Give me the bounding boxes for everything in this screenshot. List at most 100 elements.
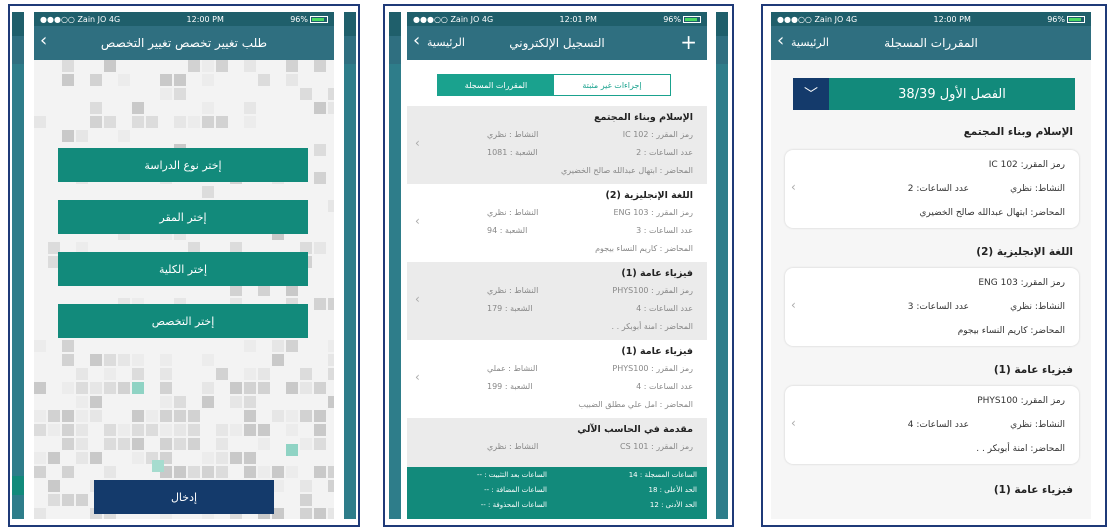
mosaic-tile (174, 116, 186, 128)
mosaic-tile (202, 60, 214, 72)
semester-selector[interactable]: ﹀ الفصل الأول 38/39 (793, 78, 1075, 110)
battery-indicator: 96% (290, 15, 328, 24)
back-button[interactable]: الرئيسية (427, 36, 465, 49)
hours-summary-footer: الساعات المسجلة : 14 الحد الأعلى : 18 ال… (407, 467, 707, 519)
mosaic-tile (132, 438, 144, 450)
course-heading: فيزياء عامة (1) (993, 484, 1073, 496)
adjacent-screen-accent (12, 476, 24, 495)
back-button[interactable]: الرئيسية (791, 36, 829, 49)
mosaic-tile-accent (132, 382, 144, 394)
mosaic-tile (300, 480, 312, 492)
mosaic-tile (76, 130, 88, 142)
mosaic-tile (300, 382, 312, 394)
course-lecturer: المحاضر : كاريم النساء بيجوم (595, 244, 693, 253)
mosaic-tile (174, 410, 186, 422)
chevron-right-icon: › (791, 416, 796, 430)
back-chevron-icon[interactable]: ‹ (413, 32, 420, 50)
mosaic-tile (258, 438, 270, 450)
adjacent-screen-edge (344, 12, 356, 519)
course-row[interactable]: فيزياء عامة (1) رمز المقرر : PHYS100 الن… (407, 340, 707, 418)
mosaic-tile (216, 438, 228, 450)
tab-registered-courses[interactable]: المقررات المسجلة (438, 75, 554, 95)
choose-study-type-button[interactable]: إختر نوع الدراسة (58, 148, 308, 182)
screenshot-frame-1: ●●●○○ Zain JO 4G 12:00 PM 96% ‹ طلب تغيي… (8, 4, 360, 527)
course-section: الشعبة : 179 (487, 304, 533, 313)
mosaic-tile (328, 368, 334, 380)
mosaic-tile (286, 424, 298, 436)
mosaic-tile (314, 60, 326, 72)
mosaic-tile (48, 494, 60, 506)
mosaic-tile (244, 116, 256, 128)
choose-college-button[interactable]: إختر الكلية (58, 252, 308, 286)
back-chevron-icon[interactable]: ‹ (777, 32, 784, 50)
mosaic-tile (286, 410, 298, 422)
mosaic-tile (62, 466, 74, 478)
tab-pending-actions[interactable]: إجراءات غير مثبتة (554, 75, 670, 95)
mosaic-tile (76, 438, 88, 450)
course-section: الشعبة : 1081 (487, 148, 538, 157)
course-title: مقدمة في الحاسب الآلي (577, 424, 693, 435)
mosaic-tile (48, 452, 60, 464)
mosaic-tile (244, 410, 256, 422)
mosaic-tile (132, 368, 144, 380)
course-card[interactable]: رمز المقرر: ENG 103 النشاط: نظري عدد الس… (785, 268, 1079, 346)
mosaic-tile (328, 480, 334, 492)
course-card[interactable]: رمز المقرر: PHYS100 النشاط: نظري عدد الس… (785, 386, 1079, 464)
back-chevron-icon[interactable]: ‹ (40, 32, 47, 50)
chevron-right-icon: › (791, 180, 796, 194)
mosaic-tile (90, 116, 102, 128)
course-row[interactable]: اللغة الإنجليزية (2) رمز المقرر : ENG 10… (407, 184, 707, 262)
chevron-down-icon[interactable]: ﹀ (793, 78, 829, 110)
course-activity: النشاط: نظري (1010, 184, 1065, 194)
mosaic-tile (272, 354, 284, 366)
status-bar: ●●●○○ Zain JO 4G 12:01 PM 96% (407, 12, 707, 26)
course-card[interactable]: رمز المقرر: 102 IC النشاط: نظري عدد السا… (785, 150, 1079, 228)
mosaic-tile (216, 60, 228, 72)
mosaic-tile (328, 88, 334, 100)
mosaic-tile (146, 424, 158, 436)
mosaic-tile (160, 354, 172, 366)
mosaic-tile (174, 74, 186, 86)
mosaic-tile (34, 116, 46, 128)
course-code: رمز المقرر : CS 101 (620, 442, 693, 451)
submit-button[interactable]: إدخال (94, 480, 274, 514)
course-lecturer: المحاضر : امنة أبوبكر . . (611, 322, 693, 331)
mosaic-tile (160, 410, 172, 422)
course-code: رمز المقرر: PHYS100 (977, 396, 1065, 406)
choose-campus-button[interactable]: إختر المقر (58, 200, 308, 234)
add-icon[interactable]: + (680, 30, 697, 54)
mosaic-tile (104, 60, 116, 72)
course-activity: النشاط : عملي (487, 364, 538, 373)
background-mosaic (34, 60, 334, 519)
course-code: رمز المقرر : 102 IC (622, 130, 693, 139)
mosaic-tile (160, 368, 172, 380)
segmented-control: المقررات المسجلة إجراءات غير مثبتة (437, 74, 671, 96)
course-row[interactable]: الإسلام وبناء المجتمع رمز المقرر : 102 I… (407, 106, 707, 184)
battery-icon (683, 15, 701, 23)
mosaic-tile (188, 424, 200, 436)
course-row[interactable]: فيزياء عامة (1) رمز المقرر : PHYS100 الن… (407, 262, 707, 340)
course-activity: النشاط: نظري (1010, 420, 1065, 430)
mosaic-tile (244, 466, 256, 478)
mosaic-tile (132, 410, 144, 422)
mosaic-tile (104, 424, 116, 436)
mosaic-tile (230, 382, 242, 394)
mosaic-tile (202, 354, 214, 366)
mosaic-tile (34, 466, 46, 478)
mosaic-tile-accent (152, 460, 164, 472)
mosaic-tile (76, 452, 88, 464)
mosaic-tile (174, 88, 186, 100)
mosaic-tile (160, 424, 172, 436)
mosaic-tile (230, 424, 242, 436)
mosaic-tile (160, 382, 172, 394)
course-lecturer: المحاضر : ابتهال عبدالله صالح الخضيري (561, 166, 693, 175)
mosaic-tile (188, 116, 200, 128)
registered-courses-screen: ●●●○○ Zain JO 4G 12:00 PM 96% ‹ الرئيسية… (771, 12, 1091, 519)
mosaic-tile (216, 424, 228, 436)
mosaic-tile (174, 438, 186, 450)
clock: 12:01 PM (559, 14, 597, 24)
mosaic-tile (314, 424, 326, 436)
choose-major-button[interactable]: إختر التخصص (58, 304, 308, 338)
mosaic-tile (90, 354, 102, 366)
course-hours: عدد الساعات : 2 (636, 148, 693, 157)
